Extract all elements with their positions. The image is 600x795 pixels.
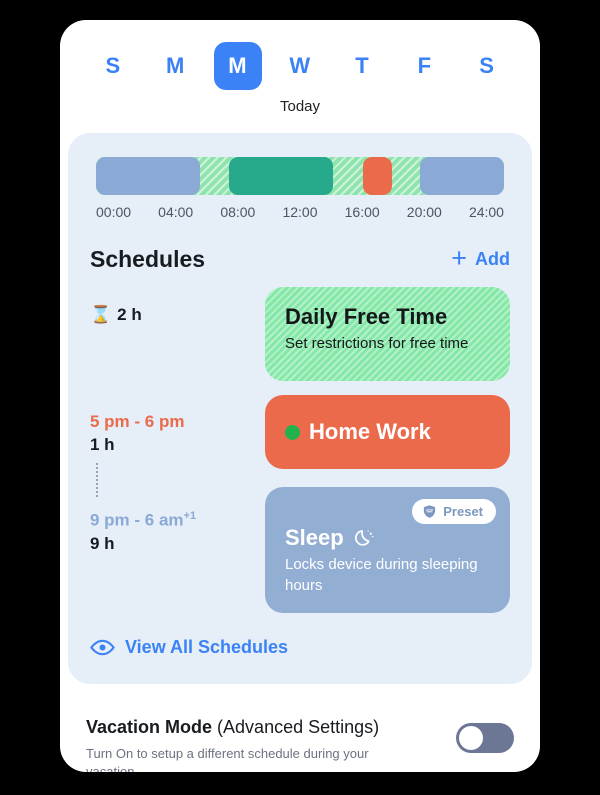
day-cell[interactable]: W bbox=[269, 42, 331, 90]
schedule-time-range: 9 pm - 6 am+1 bbox=[90, 505, 265, 532]
timeline-tick: 00:00 bbox=[96, 204, 132, 220]
vacation-mode-title: Vacation Mode (Advanced Settings) bbox=[86, 717, 396, 738]
hourglass-icon: ⌛ bbox=[90, 305, 112, 324]
day-chip-saturday[interactable]: S bbox=[463, 42, 511, 90]
day-chip-friday[interactable]: F bbox=[401, 42, 449, 90]
preset-badge-label: Preset bbox=[443, 504, 483, 519]
schedule-meta: 5 pm - 6 pm 1 h bbox=[90, 395, 265, 497]
schedule-card-daily-free-time[interactable]: Daily Free Time Set restrictions for fre… bbox=[265, 287, 510, 381]
schedule-meta: ⌛ 2 h bbox=[90, 287, 265, 327]
timeline-tick: 24:00 bbox=[468, 204, 504, 220]
vacation-mode-section: Vacation Mode (Advanced Settings) Turn O… bbox=[60, 703, 540, 772]
day-chip-sunday[interactable]: S bbox=[89, 42, 137, 90]
vacation-mode-toggle[interactable] bbox=[456, 723, 514, 753]
schedules-header: Schedules + Add bbox=[90, 243, 510, 273]
day-cell[interactable]: T bbox=[331, 42, 393, 90]
schedule-card-title-text: Sleep bbox=[285, 525, 344, 550]
schedule-row-daily-free-time: ⌛ 2 h Daily Free Time Set restrictions f… bbox=[90, 287, 510, 381]
add-schedule-label: Add bbox=[475, 249, 510, 269]
timeline-segment-sleep-night[interactable] bbox=[420, 157, 504, 195]
day-chip-selected-today[interactable]: M bbox=[213, 42, 262, 90]
day-chip-monday[interactable]: M bbox=[151, 42, 199, 90]
shield-icon bbox=[424, 505, 436, 518]
plus-icon: + bbox=[451, 243, 467, 273]
vacation-mode-subtitle: Turn On to setup a different schedule du… bbox=[86, 746, 369, 772]
schedule-screen-card: S M M W T F S Today 00:00 04:00 08:00 12… bbox=[60, 20, 540, 772]
add-schedule-button[interactable]: + Add bbox=[451, 243, 510, 273]
day-cell[interactable]: F bbox=[393, 42, 455, 90]
preset-badge[interactable]: Preset bbox=[412, 499, 496, 524]
day-cell[interactable]: M bbox=[207, 42, 269, 90]
schedule-time-range-text: 9 pm - 6 am bbox=[90, 510, 184, 530]
day-cell[interactable]: M bbox=[144, 42, 206, 90]
timeline-tick: 08:00 bbox=[220, 204, 256, 220]
timeline: 00:00 04:00 08:00 12:00 16:00 20:00 24:0… bbox=[90, 151, 510, 220]
vacation-mode-title-bold: Vacation Mode bbox=[86, 717, 213, 737]
schedule-time-range: 5 pm - 6 pm bbox=[90, 412, 185, 431]
timeline-bar[interactable] bbox=[96, 157, 504, 195]
schedule-duration: 1 h bbox=[90, 435, 115, 454]
schedule-duration: 9 h bbox=[90, 533, 115, 553]
day-chip-thursday[interactable]: T bbox=[338, 42, 386, 90]
schedule-card-home-work[interactable]: Home Work bbox=[265, 395, 510, 469]
toggle-knob bbox=[459, 726, 483, 750]
page-title: Schedules bbox=[90, 246, 206, 272]
vacation-mode-title-light: (Advanced Settings) bbox=[217, 717, 380, 737]
schedule-card-sleep[interactable]: Preset Sleep Locks device during sleepin… bbox=[265, 487, 510, 613]
timeline-tick: 16:00 bbox=[344, 204, 380, 220]
schedule-card-title: Home Work bbox=[285, 419, 431, 445]
day-cell[interactable]: S bbox=[456, 42, 518, 90]
view-all-schedules-button[interactable]: View All Schedules bbox=[90, 637, 510, 658]
day-chip-wednesday[interactable]: W bbox=[276, 42, 324, 90]
crescent-moon-icon bbox=[354, 529, 374, 546]
schedule-card-subtitle: Set restrictions for free time bbox=[285, 335, 469, 352]
day-cell[interactable]: S bbox=[82, 42, 144, 90]
schedule-next-day-superscript: +1 bbox=[183, 510, 197, 522]
green-dot-icon bbox=[285, 424, 300, 440]
schedule-meta: 9 pm - 6 am+1 9 h bbox=[90, 487, 265, 556]
timeline-tick: 20:00 bbox=[406, 204, 442, 220]
today-label: Today bbox=[279, 98, 321, 115]
schedule-card-title: Daily Free Time bbox=[285, 304, 448, 329]
schedule-duration: 2 h bbox=[117, 305, 142, 324]
timeline-tick: 04:00 bbox=[158, 204, 194, 220]
view-all-schedules-label: View All Schedules bbox=[125, 637, 289, 657]
schedule-card-subtitle: Locks device during sleeping hours bbox=[285, 556, 478, 594]
schedule-row-sleep: 9 pm - 6 am+1 9 h Preset Sleep Locks dev… bbox=[90, 487, 510, 613]
vacation-mode-text: Vacation Mode (Advanced Settings) Turn O… bbox=[86, 717, 396, 772]
timeline-tick-labels: 00:00 04:00 08:00 12:00 16:00 20:00 24:0… bbox=[96, 204, 504, 220]
schedule-card-title-text: Home Work bbox=[309, 419, 431, 444]
schedule-card-title: Sleep bbox=[285, 525, 490, 551]
schedules-panel: 00:00 04:00 08:00 12:00 16:00 20:00 24:0… bbox=[68, 133, 532, 684]
timeline-segment-school[interactable] bbox=[228, 157, 333, 195]
timeline-segment-sleep-morning[interactable] bbox=[96, 157, 201, 195]
eye-icon bbox=[90, 639, 115, 656]
timeline-tick: 12:00 bbox=[282, 204, 318, 220]
schedule-row-home-work: 5 pm - 6 pm 1 h Home Work bbox=[90, 395, 510, 497]
timeline-segment-home-work[interactable] bbox=[363, 157, 392, 195]
